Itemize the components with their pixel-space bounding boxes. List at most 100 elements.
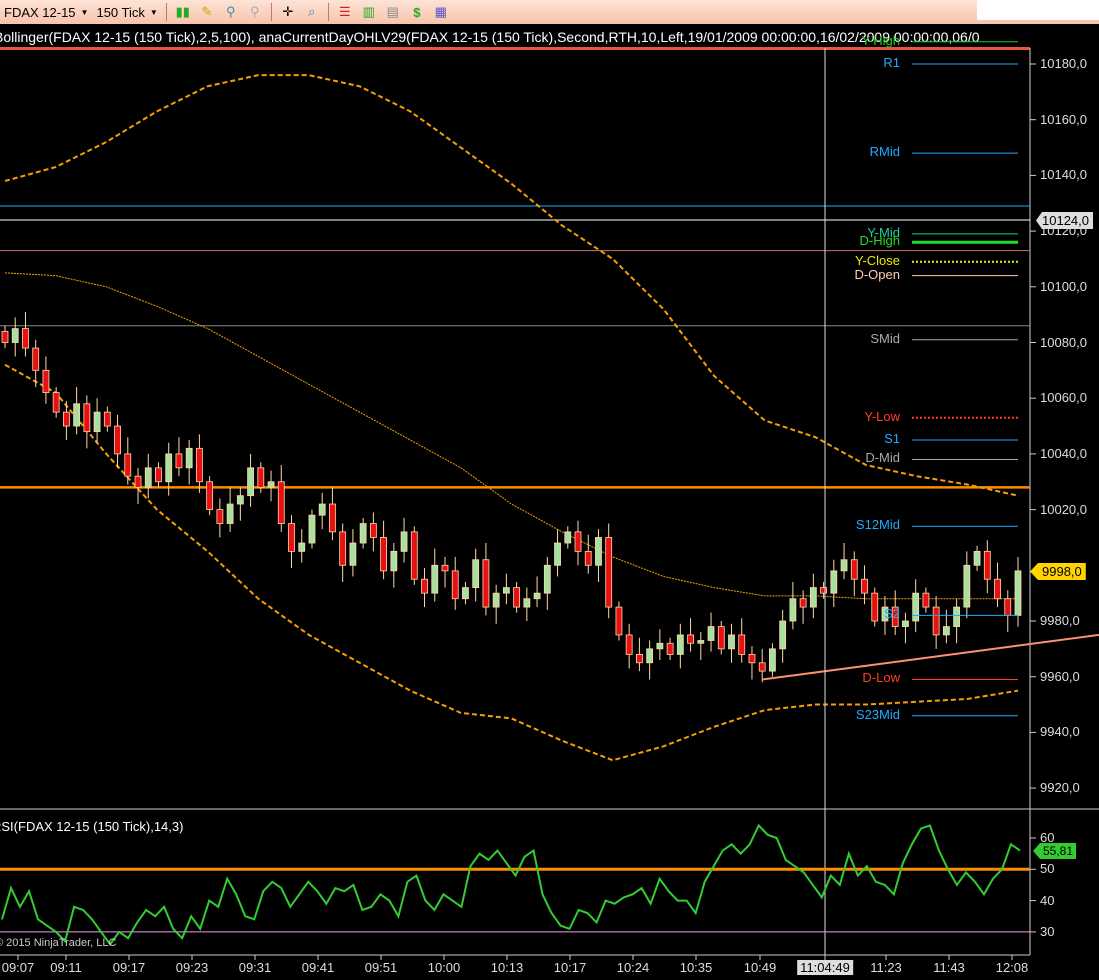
price-tick-label: 10080,0 — [1040, 334, 1087, 350]
level-label: Y-Low — [864, 408, 900, 424]
copyright: © 2015 NinjaTrader, LLC — [0, 937, 117, 949]
candle-body — [932, 606, 940, 636]
candle-body — [114, 425, 121, 455]
candle-body — [277, 481, 285, 524]
candle-body — [52, 392, 60, 413]
level-label: Y-Close — [854, 252, 900, 268]
candle-body — [247, 467, 254, 497]
candle-body — [789, 598, 797, 622]
level-label: S2 — [884, 606, 900, 622]
candle-body — [543, 564, 551, 594]
rsi-tick-label: 30 — [1040, 923, 1055, 939]
candle-body — [646, 648, 654, 664]
candle-body — [615, 606, 623, 636]
price-tick-label: 9940,0 — [1040, 724, 1080, 740]
candle-body — [861, 578, 868, 594]
price-tick-label: 10140,0 — [1040, 167, 1087, 183]
candle-body — [257, 467, 265, 488]
candle-body — [165, 453, 173, 483]
time-label: 10:17 — [553, 960, 587, 975]
candle-body — [431, 564, 439, 594]
candle-body — [124, 453, 132, 477]
time-label: 10:24 — [616, 960, 650, 975]
candle-body — [421, 578, 428, 594]
candle-body — [318, 503, 326, 516]
time-label: 09:31 — [238, 960, 272, 975]
candle-body — [666, 642, 674, 655]
time-label: 10:35 — [679, 960, 713, 975]
price-tick-label: 10160,0 — [1040, 111, 1087, 127]
time-label: 10:49 — [743, 960, 777, 975]
candle-body — [605, 537, 613, 608]
price-tick-label: 10180,0 — [1040, 56, 1087, 71]
level-label: D-High — [859, 233, 900, 249]
time-label: 11:43 — [933, 960, 965, 975]
time-label: 09:17 — [112, 960, 146, 975]
level-label: D-Low — [862, 670, 900, 686]
candle-body — [175, 453, 183, 469]
candle-body — [636, 654, 643, 664]
time-label: 09:41 — [301, 960, 335, 975]
level-label: SMid — [870, 330, 900, 346]
time-label: 10:13 — [490, 960, 524, 975]
time-label: 09:51 — [364, 960, 398, 975]
candle-body — [103, 411, 111, 427]
level-label: S12Mid — [855, 517, 900, 533]
candle-body — [22, 328, 29, 349]
candle-body — [298, 542, 306, 552]
candle-body — [134, 475, 142, 488]
candle-body — [73, 403, 81, 427]
candle-body — [769, 648, 776, 672]
price-tick-label: 9980,0 — [1040, 613, 1080, 628]
candle-body — [728, 634, 735, 650]
candle-body — [676, 634, 684, 655]
candle-body — [697, 640, 705, 644]
candle-body — [779, 620, 787, 650]
rsi-tick-label: 40 — [1040, 892, 1055, 908]
rsi-tick-label: 60 — [1040, 830, 1055, 845]
candle-body — [62, 411, 70, 427]
price-tick-label: 9920,0 — [1040, 780, 1080, 796]
price-tick-label: 9960,0 — [1040, 668, 1080, 684]
candle-body — [584, 550, 592, 566]
candle-body — [359, 523, 367, 544]
candle-body — [196, 447, 203, 483]
time-label: 09:23 — [175, 960, 209, 975]
candle-body — [42, 369, 50, 394]
candle-body — [912, 592, 920, 622]
candle-body — [349, 542, 357, 566]
crosshair-price-tag: 10124,0 — [1036, 212, 1093, 229]
candle-body — [840, 559, 848, 572]
candle-body — [963, 564, 971, 608]
candle-body — [492, 592, 500, 608]
price-tick-label: 10100,0 — [1040, 278, 1087, 294]
time-label: 09:07 — [1, 960, 35, 975]
price-tick-label: 10020,0 — [1040, 501, 1087, 517]
candle-body — [93, 411, 101, 433]
candle-body — [329, 503, 336, 533]
candle-body — [451, 570, 459, 600]
rsi-title: RSI(FDAX 12-15 (150 Tick),14,3) — [0, 819, 184, 834]
candle-body — [462, 587, 469, 600]
candle-body — [380, 537, 387, 572]
candle-body — [216, 509, 224, 524]
candle-body — [922, 592, 930, 608]
candle-body — [441, 564, 449, 572]
candle-body — [994, 578, 1001, 600]
candle-body — [32, 347, 40, 371]
candle-body — [595, 537, 602, 566]
candle-body — [155, 467, 162, 483]
candle-body — [625, 634, 633, 655]
candle-body — [400, 531, 408, 552]
candle-body — [748, 654, 756, 664]
rsi-line — [1, 823, 1021, 947]
time-label: 11:04:49 — [797, 960, 853, 975]
price-tick-label: 10060,0 — [1040, 390, 1087, 406]
candle-body — [707, 626, 715, 641]
candle-body — [564, 531, 572, 544]
candle-body — [717, 626, 725, 650]
candle-body — [308, 514, 316, 544]
candle-body — [820, 587, 827, 594]
candle-body — [236, 495, 244, 505]
rsi-last-tag: 55,81 — [1033, 843, 1077, 859]
